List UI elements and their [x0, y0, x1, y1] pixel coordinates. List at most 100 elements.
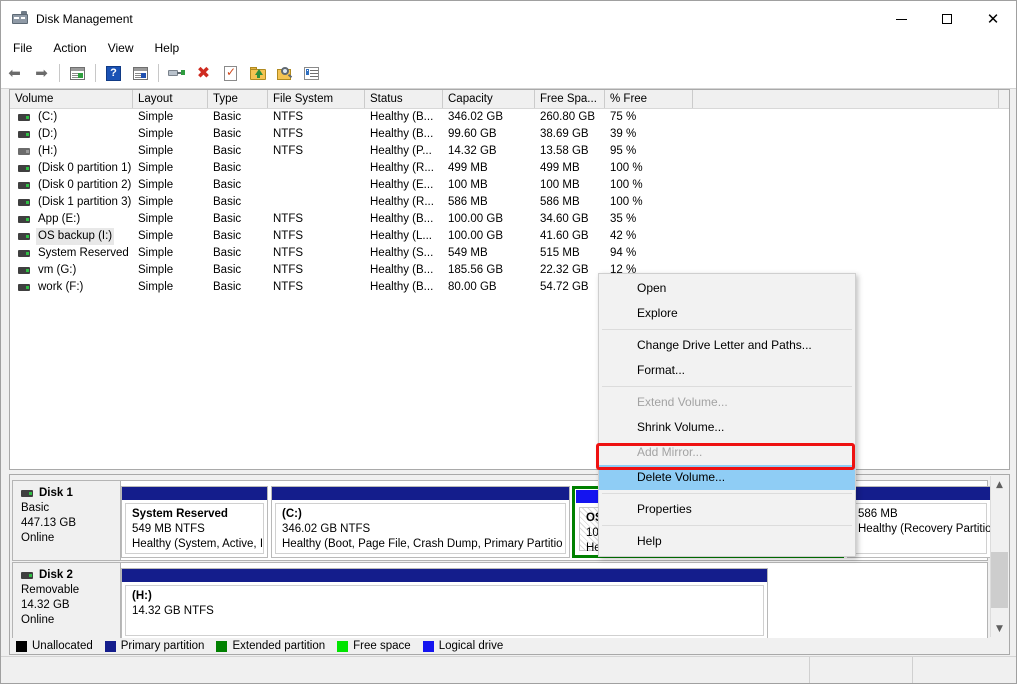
column-header-free[interactable]: % Free — [605, 90, 693, 108]
table-row[interactable]: OS backup (I:)SimpleBasicNTFSHealthy (L.… — [10, 228, 1009, 245]
disk-management-icon — [12, 11, 28, 27]
table-row[interactable]: (Disk 0 partition 1)SimpleBasicHealthy (… — [10, 160, 1009, 177]
cell-type: Basic — [208, 160, 268, 177]
list-properties-button[interactable] — [300, 62, 323, 85]
scrollbar-thumb[interactable] — [991, 552, 1008, 608]
properties-check-button[interactable] — [219, 62, 242, 85]
column-header-status[interactable]: Status — [365, 90, 443, 108]
cell-type: Basic — [208, 279, 268, 296]
table-row[interactable]: System ReservedSimpleBasicNTFSHealthy (S… — [10, 245, 1009, 262]
table-row[interactable]: (C:)SimpleBasicNTFSHealthy (B...346.02 G… — [10, 109, 1009, 126]
volume-name-label: (Disk 0 partition 2) — [36, 177, 133, 194]
menu-item-change-drive-letter-and-paths[interactable]: Change Drive Letter and Paths... — [599, 333, 855, 358]
disk-partitions: (H:)14.32 GB NTFS — [121, 563, 987, 638]
cell-free-space: 38.69 GB — [535, 126, 605, 143]
partition-details: (C:)346.02 GB NTFSHealthy (Boot, Page Fi… — [275, 503, 566, 554]
column-header-file-system[interactable]: File System — [268, 90, 365, 108]
table-row[interactable]: (D:)SimpleBasicNTFSHealthy (B...99.60 GB… — [10, 126, 1009, 143]
menu-separator — [602, 493, 852, 494]
legend-label: Extended partition — [232, 640, 325, 652]
help-button[interactable]: ? — [102, 62, 125, 85]
disk-type-label: Basic — [21, 501, 120, 516]
show-hide-console-tree-button[interactable] — [66, 62, 89, 85]
menu-item-format[interactable]: Format... — [599, 358, 855, 383]
menu-item-shrink-volume[interactable]: Shrink Volume... — [599, 415, 855, 440]
folder-up-button[interactable] — [246, 62, 269, 85]
partition-block[interactable]: System Reserved549 MB NTFSHealthy (Syste… — [121, 486, 268, 558]
table-row[interactable]: (Disk 0 partition 2)SimpleBasicHealthy (… — [10, 177, 1009, 194]
table-row[interactable]: (Disk 1 partition 3)SimpleBasicHealthy (… — [10, 194, 1009, 211]
cell-filesystem: NTFS — [268, 109, 365, 126]
show-action-pane-button[interactable] — [129, 62, 152, 85]
cell-volume: (Disk 0 partition 1) — [10, 160, 133, 177]
scroll-up-icon[interactable]: ▲ — [991, 476, 1008, 493]
maximize-button[interactable] — [924, 1, 970, 37]
menu-item-help[interactable]: Help — [599, 529, 855, 554]
menu-item-explore[interactable]: Explore — [599, 301, 855, 326]
column-header-type[interactable]: Type — [208, 90, 268, 108]
list-properties-icon — [304, 67, 319, 80]
cell-volume: vm (G:) — [10, 262, 133, 279]
menu-view[interactable]: View — [99, 39, 143, 57]
cell-layout: Simple — [133, 160, 208, 177]
show-action-pane-icon — [133, 67, 148, 80]
column-header-volume[interactable]: Volume — [10, 90, 133, 108]
cell-layout: Simple — [133, 109, 208, 126]
show-hide-console-tree-icon — [70, 67, 85, 80]
menu-help[interactable]: Help — [146, 39, 189, 57]
table-row[interactable]: App (E:)SimpleBasicNTFSHealthy (B...100.… — [10, 211, 1009, 228]
table-row[interactable]: (H:)SimpleBasicNTFSHealthy (P...14.32 GB… — [10, 143, 1009, 160]
delete-button[interactable]: ✖ — [192, 62, 215, 85]
partition-color-bar — [272, 487, 569, 500]
cell-capacity: 14.32 GB — [443, 143, 535, 160]
menu-item-open[interactable]: Open — [599, 276, 855, 301]
menu-item-extend-volume: Extend Volume... — [599, 390, 855, 415]
disk-panel-scrollbar[interactable]: ▲ ▼ — [990, 476, 1008, 637]
maximize-icon — [942, 14, 952, 24]
menu-item-delete-volume[interactable]: Delete Volume... — [599, 465, 855, 490]
explore-button[interactable] — [273, 62, 296, 85]
disk-info-panel[interactable]: Disk 1Basic447.13 GBOnline — [13, 481, 121, 560]
partition-status-label: Healthy (Boot, Page File, Crash Dump, Pr… — [282, 537, 565, 552]
partition-details: (H:)14.32 GB NTFS — [125, 585, 764, 636]
partition-block[interactable]: (H:)14.32 GB NTFS — [121, 568, 768, 638]
cell-capacity: 346.02 GB — [443, 109, 535, 126]
table-row[interactable]: vm (G:)SimpleBasicNTFSHealthy (B...185.5… — [10, 262, 1009, 279]
cell-volume: System Reserved — [10, 245, 133, 262]
cell-capacity: 99.60 GB — [443, 126, 535, 143]
column-header-free-spa[interactable]: Free Spa... — [535, 90, 605, 108]
close-button[interactable]: ✕ — [970, 1, 1016, 37]
disk-info-panel[interactable]: Disk 2Removable14.32 GBOnline — [13, 563, 121, 638]
volume-list-header: VolumeLayoutTypeFile SystemStatusCapacit… — [10, 90, 1009, 109]
rescan-disks-button[interactable] — [165, 62, 188, 85]
cell-volume: OS backup (I:) — [10, 228, 133, 245]
column-header-capacity[interactable]: Capacity — [443, 90, 535, 108]
cell-filesystem: NTFS — [268, 279, 365, 296]
menu-action[interactable]: Action — [44, 39, 95, 57]
disk-row-disk-2[interactable]: Disk 2Removable14.32 GBOnline(H:)14.32 G… — [12, 562, 988, 638]
cell-type: Basic — [208, 228, 268, 245]
volume-disk-icon — [18, 233, 30, 240]
cell-free-space: 22.32 GB — [535, 262, 605, 279]
column-header-layout[interactable]: Layout — [133, 90, 208, 108]
cell-percent-free: 42 % — [605, 228, 693, 245]
scroll-down-icon[interactable]: ▼ — [991, 620, 1008, 637]
menu-item-properties[interactable]: Properties — [599, 497, 855, 522]
cell-free-space: 34.60 GB — [535, 211, 605, 228]
cell-volume: (Disk 0 partition 2) — [10, 177, 133, 194]
menu-file[interactable]: File — [4, 39, 41, 57]
disk-graphical-panel: Disk 1Basic447.13 GBOnlineSystem Reserve… — [9, 474, 1010, 639]
partition-block[interactable]: 586 MBHealthy (Recovery Partitio — [847, 486, 990, 558]
table-row[interactable]: work (F:)SimpleBasicNTFSHealthy (B...80.… — [10, 279, 1009, 296]
legend-swatch — [16, 641, 27, 652]
back-button[interactable]: ⬅ — [3, 62, 26, 85]
partition-size-label: 346.02 GB NTFS — [282, 522, 565, 537]
cell-capacity: 185.56 GB — [443, 262, 535, 279]
column-header-blank[interactable] — [693, 90, 999, 108]
cell-filesystem: NTFS — [268, 211, 365, 228]
window-title: Disk Management — [36, 12, 133, 26]
partition-block[interactable]: (C:)346.02 GB NTFSHealthy (Boot, Page Fi… — [271, 486, 570, 558]
minimize-button[interactable] — [878, 1, 924, 37]
forward-button[interactable]: ➡ — [30, 62, 53, 85]
partition-status-label: Healthy (Recovery Partitio — [858, 522, 986, 537]
